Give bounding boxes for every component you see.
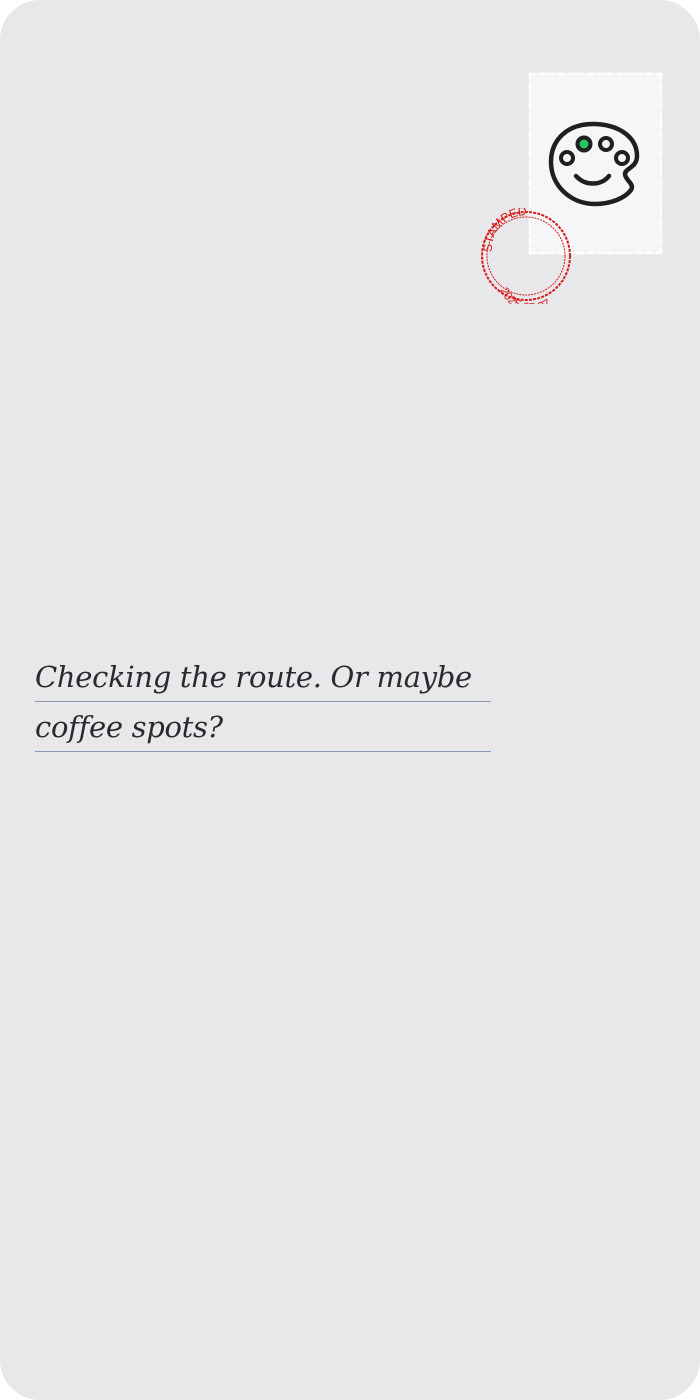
note-line-2: coffee spots? <box>35 702 491 752</box>
postmark-date: 2025-05-27 <box>497 285 553 304</box>
palette-icon <box>548 121 640 207</box>
postcard: STAMPED 2025-05-27 Checking the route. O… <box>0 0 700 1400</box>
handwritten-note: Checking the route. Or maybe coffee spot… <box>35 652 491 752</box>
postmark-label: STAMPED <box>481 208 528 252</box>
postmark-stamp: STAMPED 2025-05-27 <box>481 208 571 304</box>
note-line-1: Checking the route. Or maybe <box>35 652 491 702</box>
palette-green-dot <box>575 135 593 153</box>
